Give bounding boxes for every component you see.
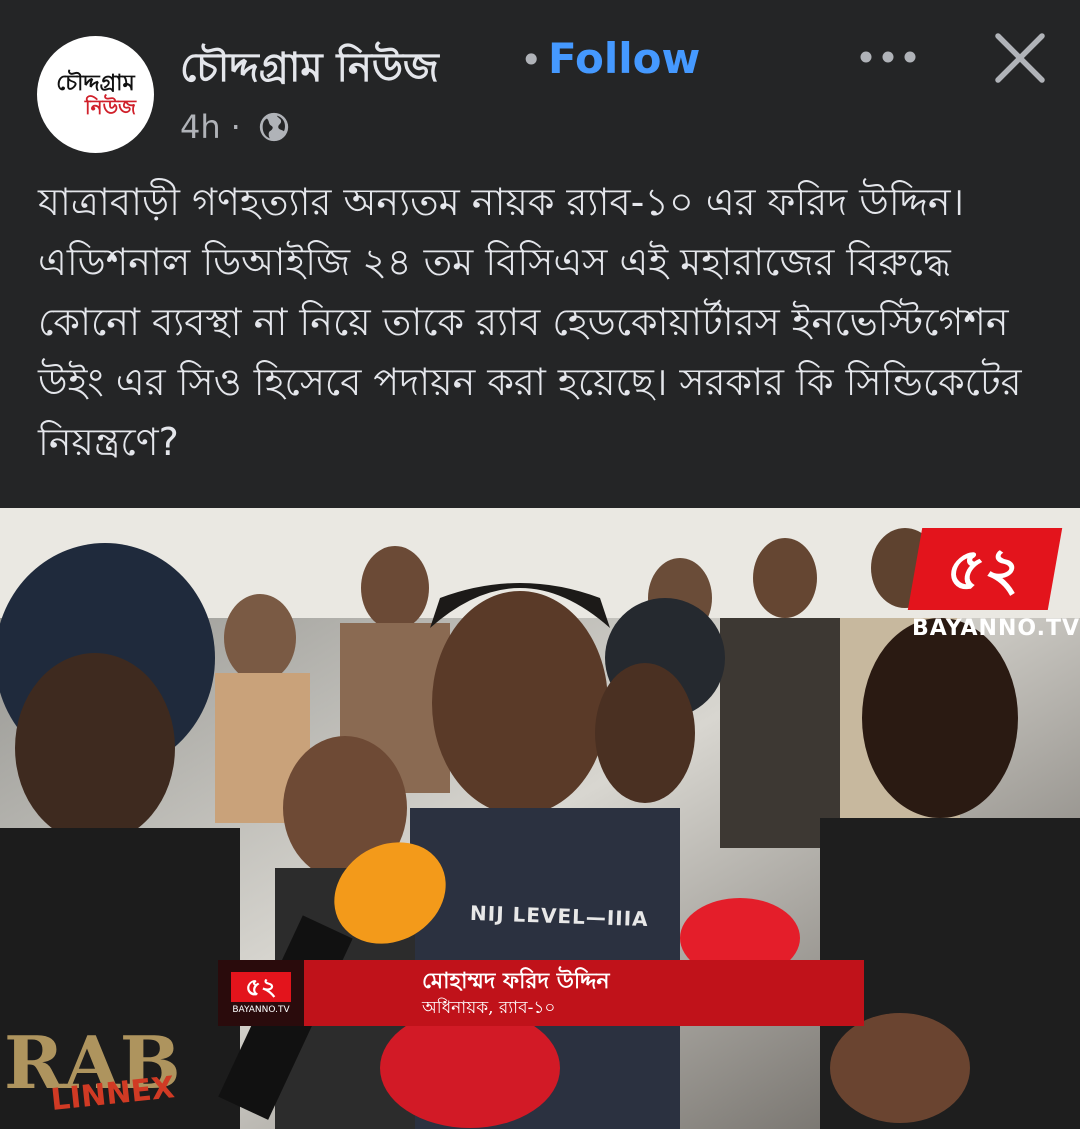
channel-name: BAYANNO.TV (912, 616, 1080, 641)
lower-third-name: মোহাম্মদ ফরিদ উদ্দিন (422, 968, 610, 994)
meta-separator: · (230, 108, 241, 146)
follow-button[interactable]: Follow (548, 34, 700, 83)
page-name-link[interactable]: চৌদ্দগ্রাম নিউজ (180, 36, 439, 103)
post-photo[interactable]: RAB LINNEX NIJ LEVEL—IIIA ৫২ BAYANNO.TV … (0, 508, 1080, 1129)
lower-third-caption: ৫২ BAYANNO.TV মোহাম্মদ ফরিদ উদ্দিন অধিনা… (218, 960, 864, 1026)
post-header: চৌদ্দগ্রাম নিউজ চৌদ্দগ্রাম নিউজ • Follow… (0, 0, 1080, 160)
lower-third-logo-mark: ৫২ (231, 971, 291, 1002)
post-timestamp[interactable]: 4h (180, 108, 221, 146)
name-separator: • (520, 38, 543, 82)
lower-third-title: অধিনায়ক, র‍্যাব-১০ (422, 998, 556, 1018)
channel-mark: ৫২ (907, 528, 1063, 610)
close-icon[interactable] (992, 30, 1048, 86)
lower-third-logo-text: BAYANNO.TV (232, 1004, 290, 1015)
post-text: যাত্রাবাড়ী গণহত্যার অন্যতম নায়ক র‍্যাব… (38, 180, 1022, 464)
avatar-logo-line1: চৌদ্দগ্রাম (56, 70, 135, 97)
facebook-post: চৌদ্দগ্রাম নিউজ চৌদ্দগ্রাম নিউজ • Follow… (0, 0, 1080, 1129)
lower-third-bar: মোহাম্মদ ফরিদ উদ্দিন অধিনায়ক, র‍্যাব-১০ (304, 960, 864, 1026)
post-meta: 4h · (180, 108, 291, 146)
globe-icon (259, 112, 288, 142)
channel-logo: ৫২ BAYANNO.TV (907, 528, 1080, 641)
avatar-logo-line2: নিউজ (84, 94, 137, 119)
page-avatar[interactable]: চৌদ্দগ্রাম নিউজ (37, 36, 154, 153)
lower-third-logo: ৫২ BAYANNO.TV (218, 960, 304, 1026)
more-horizontal-icon[interactable] (856, 40, 920, 74)
